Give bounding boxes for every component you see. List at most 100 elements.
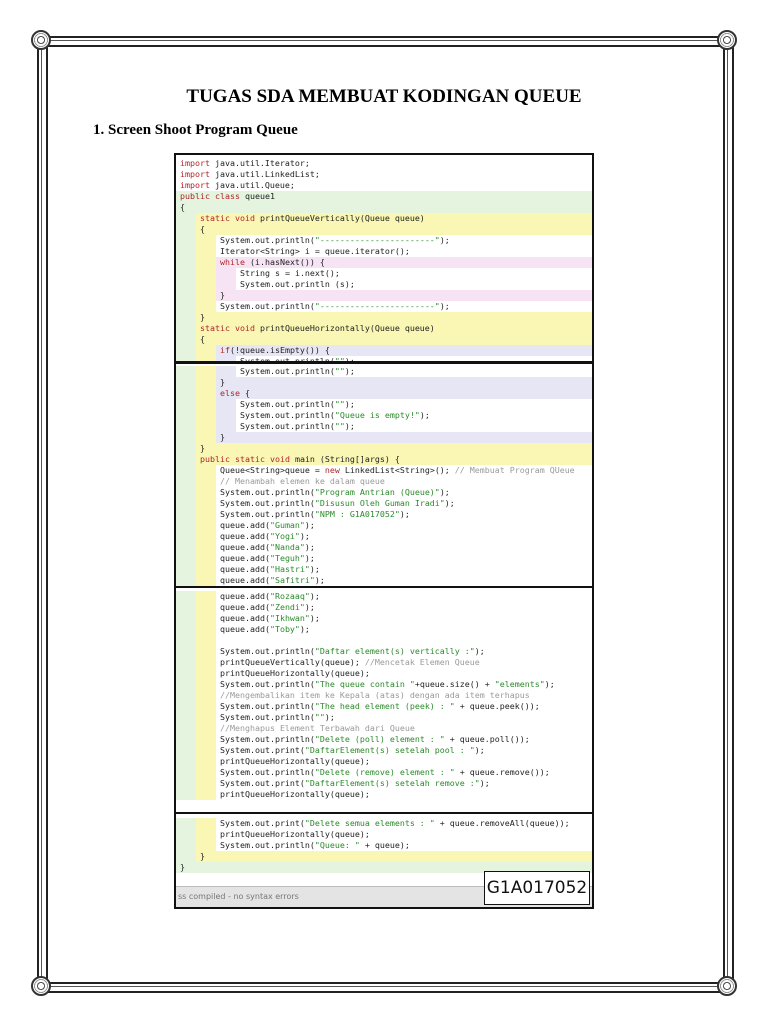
code-line: System.out.println("--------------------… <box>176 235 592 246</box>
code-text: } <box>200 443 205 453</box>
code-line: System.out.println(""); <box>176 399 592 410</box>
code-line: System.out.println("Delete (poll) elemen… <box>176 734 592 745</box>
code-text: { <box>180 202 185 212</box>
code-text: System.out.print("DaftarElement(s) setel… <box>220 778 490 788</box>
code-line: System.out.println(""); <box>176 421 592 432</box>
code-line: System.out.println("--------------------… <box>176 301 592 312</box>
code-text: import java.util.LinkedList; <box>180 169 320 179</box>
code-text: System.out.println("Delete (remove) elem… <box>220 767 550 777</box>
code-line: System.out.print("DaftarElement(s) setel… <box>176 778 592 789</box>
code-line: //Mengembalikan item ke Kepala (atas) de… <box>176 690 592 701</box>
code-line: import java.util.LinkedList; <box>176 169 592 180</box>
code-line: printQueueVertically(queue); //Mencetak … <box>176 657 592 668</box>
code-text: System.out.println("--------------------… <box>220 235 450 245</box>
code-line: queue.add("Hastri"); <box>176 564 592 575</box>
code-text: if(!queue.isEmpty()) { <box>220 345 330 355</box>
code-line: } <box>176 377 592 388</box>
code-text: } <box>220 290 225 300</box>
code-text: Iterator<String> i = queue.iterator(); <box>220 246 410 256</box>
code-text: queue.add("Safitri"); <box>220 575 325 585</box>
code-text: printQueueHorizontally(queue); <box>220 829 370 839</box>
code-line: Iterator<String> i = queue.iterator(); <box>176 246 592 257</box>
code-text: printQueueHorizontally(queue); <box>220 789 370 799</box>
code-text: { <box>200 224 205 234</box>
code-text: { <box>200 334 205 344</box>
code-text: while (i.hasNext()) { <box>220 257 325 267</box>
code-line <box>176 635 592 646</box>
code-text: public static void main (String[]args) { <box>200 454 400 464</box>
code-text: queue.add("Nanda"); <box>220 542 315 552</box>
code-line: public class queue1 <box>176 191 592 202</box>
code-text: // Menambah elemen ke dalam queue <box>220 476 385 486</box>
code-text: queue.add("Ikhwan"); <box>220 613 320 623</box>
code-line: queue.add("Ikhwan"); <box>176 613 592 624</box>
code-line: System.out.println(""); <box>176 366 592 377</box>
code-text: System.out.println(""); <box>240 399 355 409</box>
code-line: queue.add("Safitri"); <box>176 575 592 586</box>
code-text: System.out.println(""); <box>240 366 355 376</box>
code-line: import java.util.Queue; <box>176 180 592 191</box>
code-text: import java.util.Iterator; <box>180 158 310 168</box>
code-line: System.out.println("NPM : G1A017052"); <box>176 509 592 520</box>
border-corner-ornament-icon <box>31 30 51 50</box>
code-text: System.out.println(""); <box>220 712 335 722</box>
code-screenshot-part-4: System.out.print("Delete semua elements … <box>174 812 594 909</box>
code-line: while (i.hasNext()) { <box>176 257 592 268</box>
code-line: queue.add("Yogi"); <box>176 531 592 542</box>
code-text: static void printQueueVertically(Queue q… <box>200 213 425 223</box>
code-text: System.out.println("Disusun Oleh Guman I… <box>220 498 455 508</box>
code-text: String s = i.next(); <box>240 268 340 278</box>
code-line: printQueueHorizontally(queue); <box>176 829 592 840</box>
code-line: static void printQueueHorizontally(Queue… <box>176 323 592 334</box>
code-line: printQueueHorizontally(queue); <box>176 756 592 767</box>
npm-label-box: G1A017052 <box>484 871 590 905</box>
code-line: { <box>176 334 592 345</box>
code-line: } <box>176 443 592 454</box>
code-text: } <box>220 377 225 387</box>
page-border-bottom <box>42 982 732 993</box>
code-text: queue.add("Guman"); <box>220 520 315 530</box>
code-text: System.out.println("The head element (pe… <box>220 701 540 711</box>
code-text: } <box>180 862 185 872</box>
code-line: String s = i.next(); <box>176 268 592 279</box>
code-line: queue.add("Teguh"); <box>176 553 592 564</box>
code-line: queue.add("Rozaaq"); <box>176 591 592 602</box>
code-line: } <box>176 851 592 862</box>
code-line: queue.add("Zendi"); <box>176 602 592 613</box>
section-heading: 1. Screen Shoot Program Queue <box>93 122 298 138</box>
code-text: //Menghapus Element Terbawah dari Queue <box>220 723 415 733</box>
code-screenshot-part-1: import java.util.Iterator; import java.ut… <box>174 153 594 363</box>
code-line: System.out.println (s); <box>176 279 592 290</box>
code-line: System.out.println(""); <box>176 712 592 723</box>
code-text: System.out.println("Queue is empty!"); <box>240 410 430 420</box>
code-text: Queue<String>queue = new LinkedList<Stri… <box>220 465 575 475</box>
code-line: else { <box>176 388 592 399</box>
code-line: queue.add("Guman"); <box>176 520 592 531</box>
code-text: System.out.println (s); <box>240 279 355 289</box>
code-line: System.out.println("Daftar element(s) ve… <box>176 646 592 657</box>
page-border-top <box>42 36 732 47</box>
page-border-left <box>37 42 48 988</box>
code-line: System.out.print("DaftarElement(s) setel… <box>176 745 592 756</box>
code-line: } <box>176 312 592 323</box>
code-text: } <box>200 312 205 322</box>
code-text: System.out.println("The queue contain "+… <box>220 679 555 689</box>
code-line: // Menambah elemen ke dalam queue <box>176 476 592 487</box>
code-screenshot-part-3: queue.add("Rozaaq"); queue.add("Zendi"); q… <box>174 586 594 814</box>
code-text: queue.add("Zendi"); <box>220 602 315 612</box>
code-text: queue.add("Hastri"); <box>220 564 320 574</box>
code-line: System.out.println("Delete (remove) elem… <box>176 767 592 778</box>
code-line: System.out.println("Disusun Oleh Guman I… <box>176 498 592 509</box>
code-line: System.out.println("The head element (pe… <box>176 701 592 712</box>
code-line: printQueueHorizontally(queue); <box>176 789 592 800</box>
compile-status-text: ss compiled - no syntax errors <box>178 892 299 901</box>
code-text: queue.add("Rozaaq"); <box>220 591 320 601</box>
code-text: System.out.println("--------------------… <box>220 301 450 311</box>
code-line: public static void main (String[]args) { <box>176 454 592 465</box>
code-text: else { <box>220 388 250 398</box>
code-line: System.out.println("Queue: " + queue); <box>176 840 592 851</box>
code-text: System.out.println("Daftar element(s) ve… <box>220 646 485 656</box>
code-line: if(!queue.isEmpty()) { <box>176 345 592 356</box>
code-text: queue.add("Toby"); <box>220 624 310 634</box>
code-text: System.out.print("DaftarElement(s) setel… <box>220 745 485 755</box>
